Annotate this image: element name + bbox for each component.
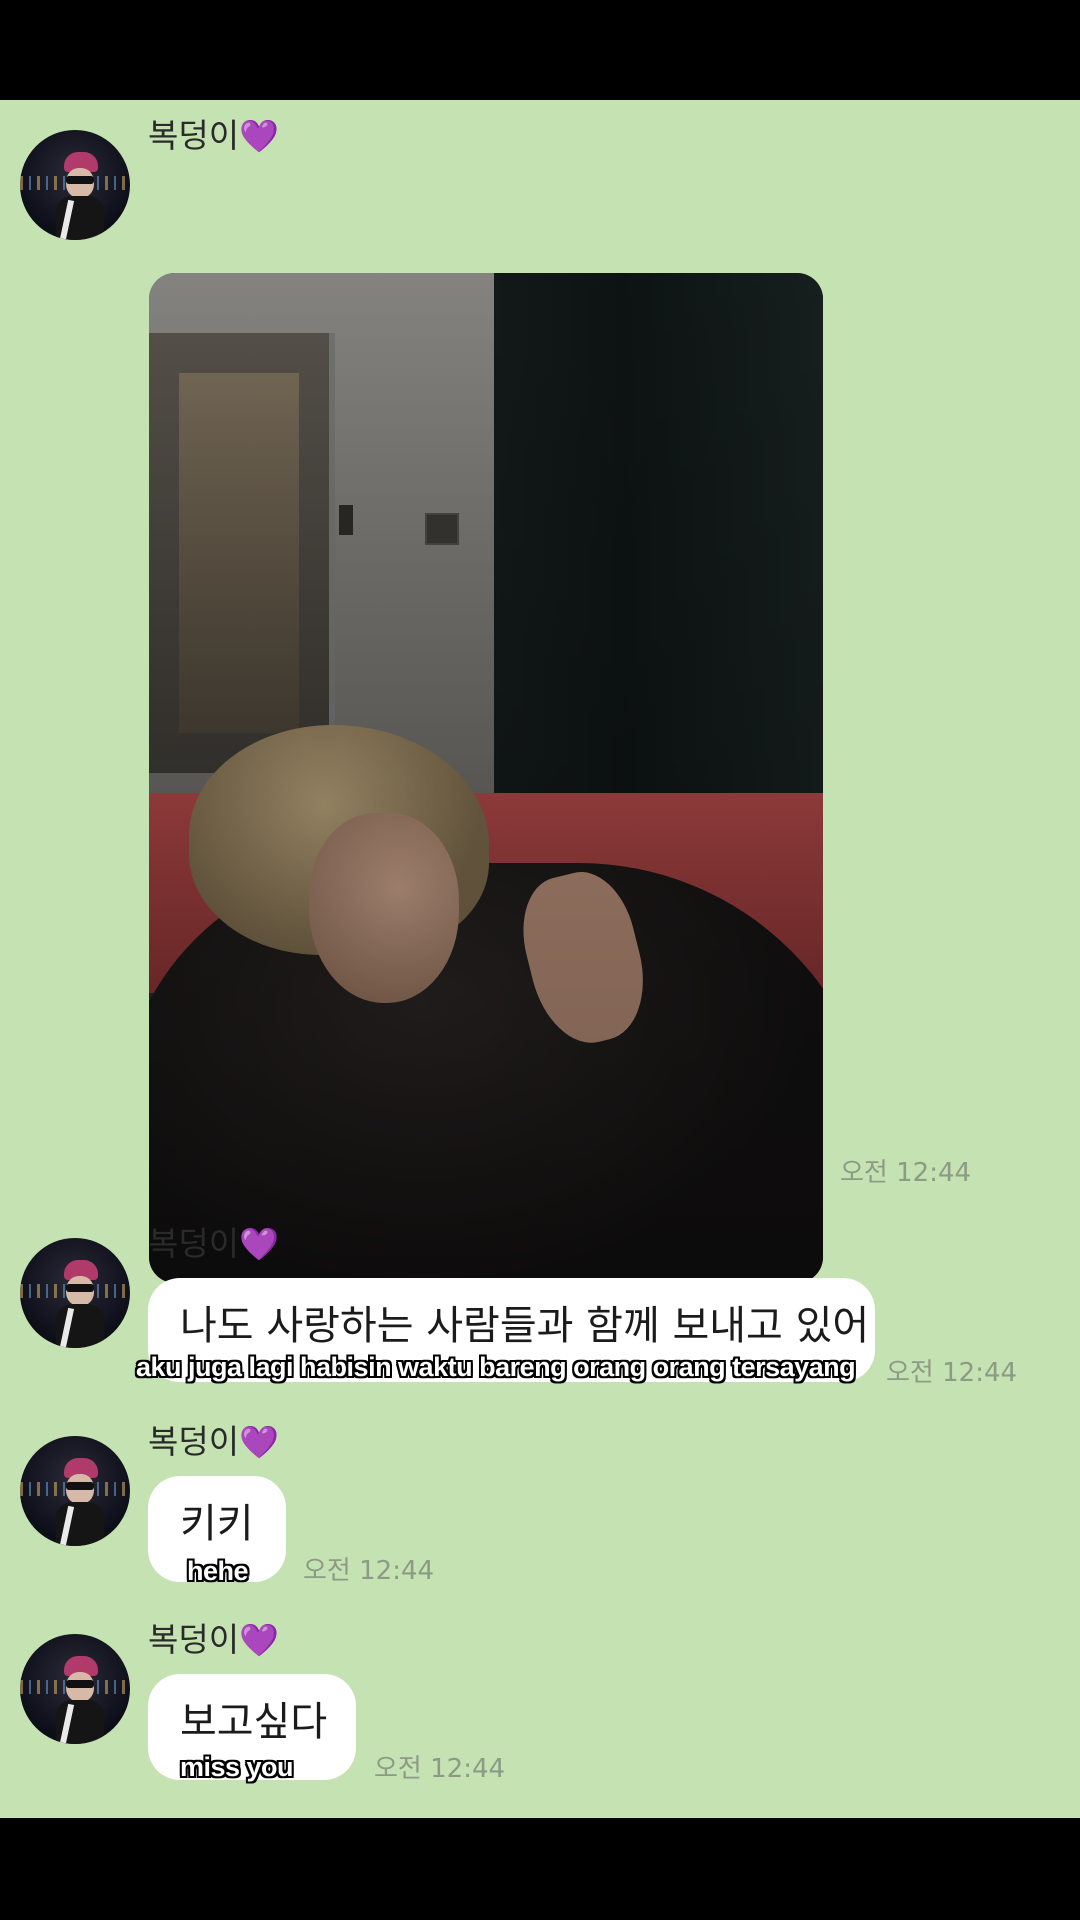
chat-area[interactable]: 복덩이💜 오전 12:44 복덩이💜 나도 사랑하는 사람들과 함께 보내고 있… bbox=[0, 100, 1080, 1818]
translation-caption: hehe bbox=[187, 1556, 249, 1586]
sender-name: 복덩이💜 bbox=[148, 1620, 279, 1660]
top-letterbox bbox=[0, 0, 1080, 100]
heart-icon: 💜 bbox=[239, 117, 279, 155]
message-text: 보고싶다 bbox=[180, 1699, 328, 1745]
message-timestamp: 오전 12:44 bbox=[374, 1754, 506, 1784]
message-text: 키키 bbox=[180, 1501, 254, 1547]
heart-icon: 💜 bbox=[239, 1423, 279, 1461]
sender-avatar[interactable] bbox=[20, 1436, 130, 1546]
sender-name-text: 복덩이 bbox=[148, 116, 240, 155]
message-timestamp: 오전 12:44 bbox=[886, 1358, 1018, 1388]
sender-name: 복덩이💜 bbox=[148, 116, 279, 156]
sender-name: 복덩이💜 bbox=[148, 1224, 279, 1264]
sender-name-text: 복덩이 bbox=[148, 1422, 240, 1461]
sender-avatar[interactable] bbox=[20, 1238, 130, 1348]
photo-message[interactable] bbox=[149, 273, 823, 1283]
sender-name: 복덩이💜 bbox=[148, 1422, 279, 1462]
message-text: 나도 사랑하는 사람들과 함께 보내고 있어 bbox=[180, 1303, 870, 1349]
translation-caption: aku juga lagi habisin waktu bareng orang… bbox=[136, 1352, 856, 1382]
heart-icon: 💜 bbox=[239, 1621, 279, 1659]
heart-icon: 💜 bbox=[239, 1225, 279, 1263]
translation-caption: miss you bbox=[180, 1752, 294, 1782]
bottom-letterbox bbox=[0, 1818, 1080, 1920]
sender-avatar[interactable] bbox=[20, 130, 130, 240]
sender-name-text: 복덩이 bbox=[148, 1224, 240, 1263]
message-timestamp: 오전 12:44 bbox=[303, 1556, 435, 1586]
message-timestamp: 오전 12:44 bbox=[840, 1158, 972, 1188]
sender-avatar[interactable] bbox=[20, 1634, 130, 1744]
sender-name-text: 복덩이 bbox=[148, 1620, 240, 1659]
